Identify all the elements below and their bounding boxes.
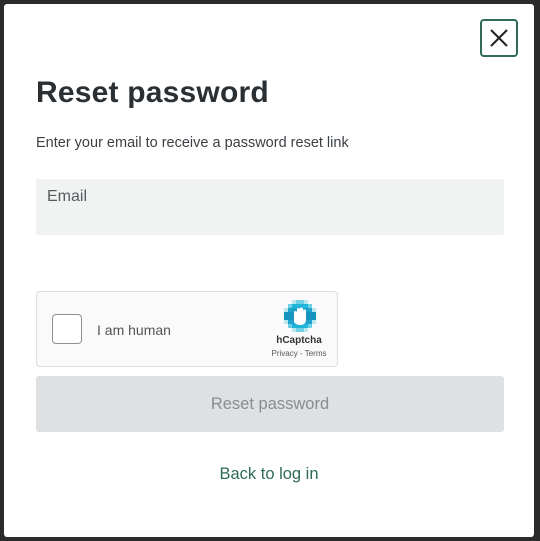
close-button[interactable] (480, 19, 518, 57)
captcha-terms-link[interactable]: Terms (305, 349, 327, 358)
captcha-label: I am human (97, 322, 171, 338)
captcha-brand: hCaptcha (276, 335, 322, 346)
close-icon (490, 29, 508, 47)
page-title: Reset password (36, 76, 269, 109)
captcha-links: Privacy - Terms (263, 349, 335, 358)
email-input[interactable] (36, 179, 504, 235)
captcha-privacy-link[interactable]: Privacy (272, 349, 298, 358)
back-to-login-link[interactable]: Back to log in (4, 465, 534, 484)
hcaptcha-logo-icon (284, 300, 316, 332)
captcha-checkbox[interactable] (52, 314, 82, 344)
hcaptcha-widget: I am human hCaptcha Privacy - Terms (36, 291, 338, 367)
captcha-link-separator: - (297, 349, 305, 358)
reset-password-dialog: Reset password Enter your email to recei… (4, 4, 534, 537)
reset-password-button[interactable]: Reset password (36, 376, 504, 432)
email-field[interactable]: Email (36, 179, 504, 235)
page-subtitle: Enter your email to receive a password r… (36, 135, 349, 151)
